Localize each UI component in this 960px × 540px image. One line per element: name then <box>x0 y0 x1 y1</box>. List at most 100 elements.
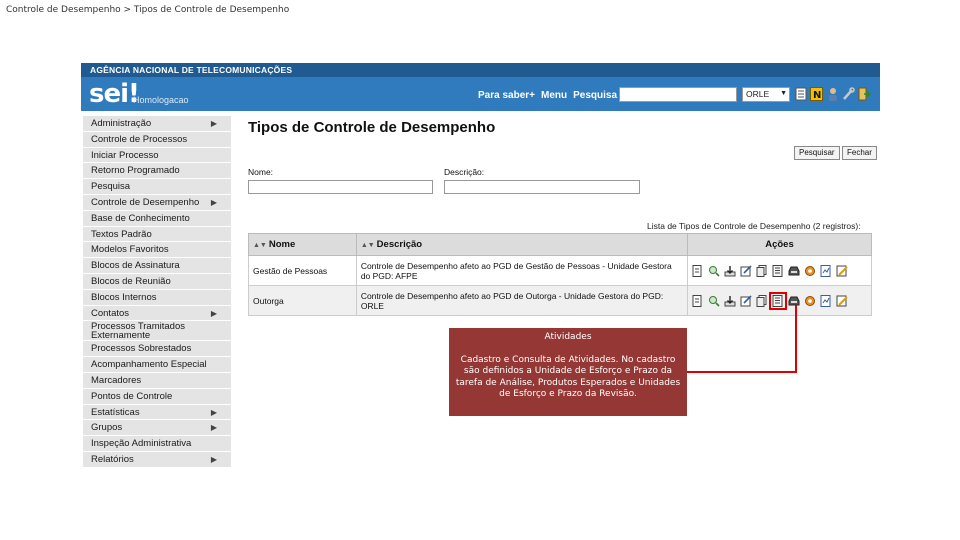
download-icon[interactable] <box>724 265 736 277</box>
sidebar-item-blocos-de-assinatura[interactable]: Blocos de Assinatura <box>83 258 231 274</box>
sidebar-item-relatorios[interactable]: Relatórios ▶ <box>83 451 231 468</box>
tray-icon[interactable] <box>788 265 800 277</box>
pencil-icon[interactable] <box>836 265 848 277</box>
sort-icon[interactable]: ▲▼ <box>361 242 375 249</box>
sidebar-item-textos-padrao[interactable]: Textos Padrão <box>83 226 231 243</box>
chevron-right-icon: ▶ <box>210 197 217 207</box>
sidebar-item-pesquisa[interactable]: Pesquisa <box>83 179 231 195</box>
sidebar-item-label: Controle de Desempenho <box>91 196 200 208</box>
control-types-table: ▲▼ Nome ▲▼ Descrição Ações Gestão de Pesso… <box>248 233 873 316</box>
copy-icon[interactable] <box>756 294 768 307</box>
chevron-right-icon: ▶ <box>210 454 217 464</box>
edit-icon[interactable] <box>740 264 752 277</box>
sidebar-item-label: Processos Tramitados Externamente <box>91 321 185 342</box>
chevron-right-icon: ▶ <box>210 423 217 433</box>
search-doc-icon[interactable] <box>708 265 720 277</box>
sidebar-item-label: Administração <box>91 118 152 129</box>
activities-tooltip: Atividades Cadastro e Consulta de Ativid… <box>449 328 687 416</box>
description-label: Descrição: <box>444 167 485 177</box>
name-field[interactable] <box>248 180 433 194</box>
sidebar-item-blocos-de-reuniao[interactable]: Blocos de Reunião <box>83 273 231 290</box>
sidebar-item-iniciar-processo[interactable]: Iniciar Processo <box>83 147 231 164</box>
sidebar-item-label: Relatórios <box>91 453 134 465</box>
tools-icon[interactable] <box>842 86 855 102</box>
sidebar-item-label: Textos Padrão <box>91 228 152 240</box>
unit-select[interactable]: ORLE ▼ <box>742 87 790 102</box>
sidebar-item-pontos-de-controle[interactable]: Pontos de Controle <box>83 388 231 405</box>
user-icon[interactable] <box>826 86 839 102</box>
sidebar-item-contatos[interactable]: Contatos ▶ <box>83 305 231 322</box>
tooltip-body: Cadastro e Consulta de Atividades. No ca… <box>455 354 681 400</box>
sidebar-item-administracao[interactable]: Administração ▶ <box>83 116 231 132</box>
unit-select-value: ORLE <box>746 89 770 99</box>
sidebar-item-estatisticas[interactable]: Estatísticas ▶ <box>83 404 231 421</box>
edit-icon[interactable] <box>740 294 752 307</box>
row-description: Controle de Desempenho afeto ao PGD de G… <box>355 255 688 286</box>
sidebar-item-modelos-favoritos[interactable]: Modelos Favoritos <box>83 242 231 259</box>
search-button[interactable]: Pesquisar <box>794 146 840 160</box>
column-header-actions: Ações <box>686 233 873 256</box>
environment-label: Homologacao <box>133 95 189 105</box>
chevron-right-icon: ▶ <box>210 308 217 318</box>
sidebar-item-label: Blocos de Assinatura <box>91 260 180 272</box>
sidebar-item-base-de-conhecimento[interactable]: Base de Conhecimento <box>83 210 231 227</box>
action-icons <box>692 264 864 277</box>
sidebar-item-controle-de-desempenho[interactable]: Controle de Desempenho ▶ <box>83 194 231 211</box>
gear-icon[interactable] <box>804 265 816 277</box>
slide-title: Controle de Desempenho > Tipos de Contro… <box>6 5 290 15</box>
pencil-icon[interactable] <box>836 295 848 307</box>
tray-icon[interactable] <box>788 295 800 307</box>
chevron-right-icon: ▶ <box>210 119 217 128</box>
sidebar-item-label: Pontos de Controle <box>91 390 173 402</box>
n-icon[interactable]: N <box>810 86 823 102</box>
exit-icon[interactable] <box>858 86 871 102</box>
header-toolbar: N <box>794 86 871 102</box>
name-label: Nome: <box>248 167 274 177</box>
link-para-saber[interactable]: Para saber+ <box>478 90 535 101</box>
agency-bar: AGÊNCIA NACIONAL DE TELECOMUNICAÇÕES <box>81 63 880 77</box>
sidebar-item-label: Inspeção Administrativa <box>91 438 192 450</box>
link-pesquisa[interactable]: Pesquisa <box>573 90 617 101</box>
row-name: Outorga <box>248 285 357 316</box>
report-icon[interactable] <box>820 294 832 307</box>
svg-text:N: N <box>813 90 821 101</box>
sidebar-item-label: Grupos <box>91 422 123 434</box>
column-header-description[interactable]: ▲▼ Descrição <box>355 233 688 256</box>
notes-icon[interactable] <box>794 86 807 102</box>
document-icon[interactable] <box>692 264 704 277</box>
report-icon[interactable] <box>820 264 832 277</box>
sidebar-item-grupos[interactable]: Grupos ▶ <box>83 420 231 437</box>
row-name: Gestão de Pessoas <box>248 255 357 286</box>
download-icon[interactable] <box>724 295 736 307</box>
table-header-row: ▲▼ Nome ▲▼ Descrição Ações <box>248 233 873 256</box>
copy-icon[interactable] <box>756 264 768 277</box>
close-button[interactable]: Fechar <box>842 146 877 160</box>
sidebar-item-processos-tramitados-externamente[interactable]: Processos Tramitados Externamente <box>83 321 231 342</box>
sidebar-item-retorno-programado[interactable]: Retorno Programado <box>83 163 231 180</box>
sidebar-item-controle-de-processos[interactable]: Controle de Processos <box>83 131 231 148</box>
header-bar: sei! Homologacao Para saber+ Menu Pesqui… <box>81 77 880 111</box>
chevron-down-icon: ▼ <box>780 90 787 97</box>
gear-icon[interactable] <box>804 295 816 307</box>
sidebar-item-label: Controle de Processos <box>91 133 188 145</box>
search-doc-icon[interactable] <box>708 295 720 307</box>
activities-icon[interactable] <box>768 291 787 310</box>
activities-icon[interactable] <box>772 264 784 277</box>
sei-logo[interactable]: sei! <box>89 79 140 109</box>
row-actions <box>686 255 873 286</box>
sidebar-item-processos-sobrestados[interactable]: Processos Sobrestados <box>83 341 231 358</box>
sidebar-item-acompanhamento-especial[interactable]: Acompanhamento Especial <box>83 357 231 373</box>
sidebar-item-label: Acompanhamento Especial <box>91 359 207 371</box>
table-row: Outorga Controle de Desempenho afeto ao … <box>248 285 873 316</box>
header-search-input[interactable] <box>619 87 737 102</box>
sidebar-item-label: Processos Sobrestados <box>91 343 192 355</box>
sidebar-item-marcadores[interactable]: Marcadores <box>83 372 231 389</box>
description-field[interactable] <box>444 180 640 194</box>
link-menu[interactable]: Menu <box>541 90 567 101</box>
sidebar-item-inspecao-administrativa[interactable]: Inspeção Administrativa <box>83 436 231 452</box>
sort-icon[interactable]: ▲▼ <box>253 242 267 249</box>
sidebar-item-blocos-internos[interactable]: Blocos Internos <box>83 289 231 306</box>
sidebar-item-label: Blocos Internos <box>91 291 157 303</box>
document-icon[interactable] <box>692 294 704 307</box>
column-header-name[interactable]: ▲▼ Nome <box>248 233 357 256</box>
